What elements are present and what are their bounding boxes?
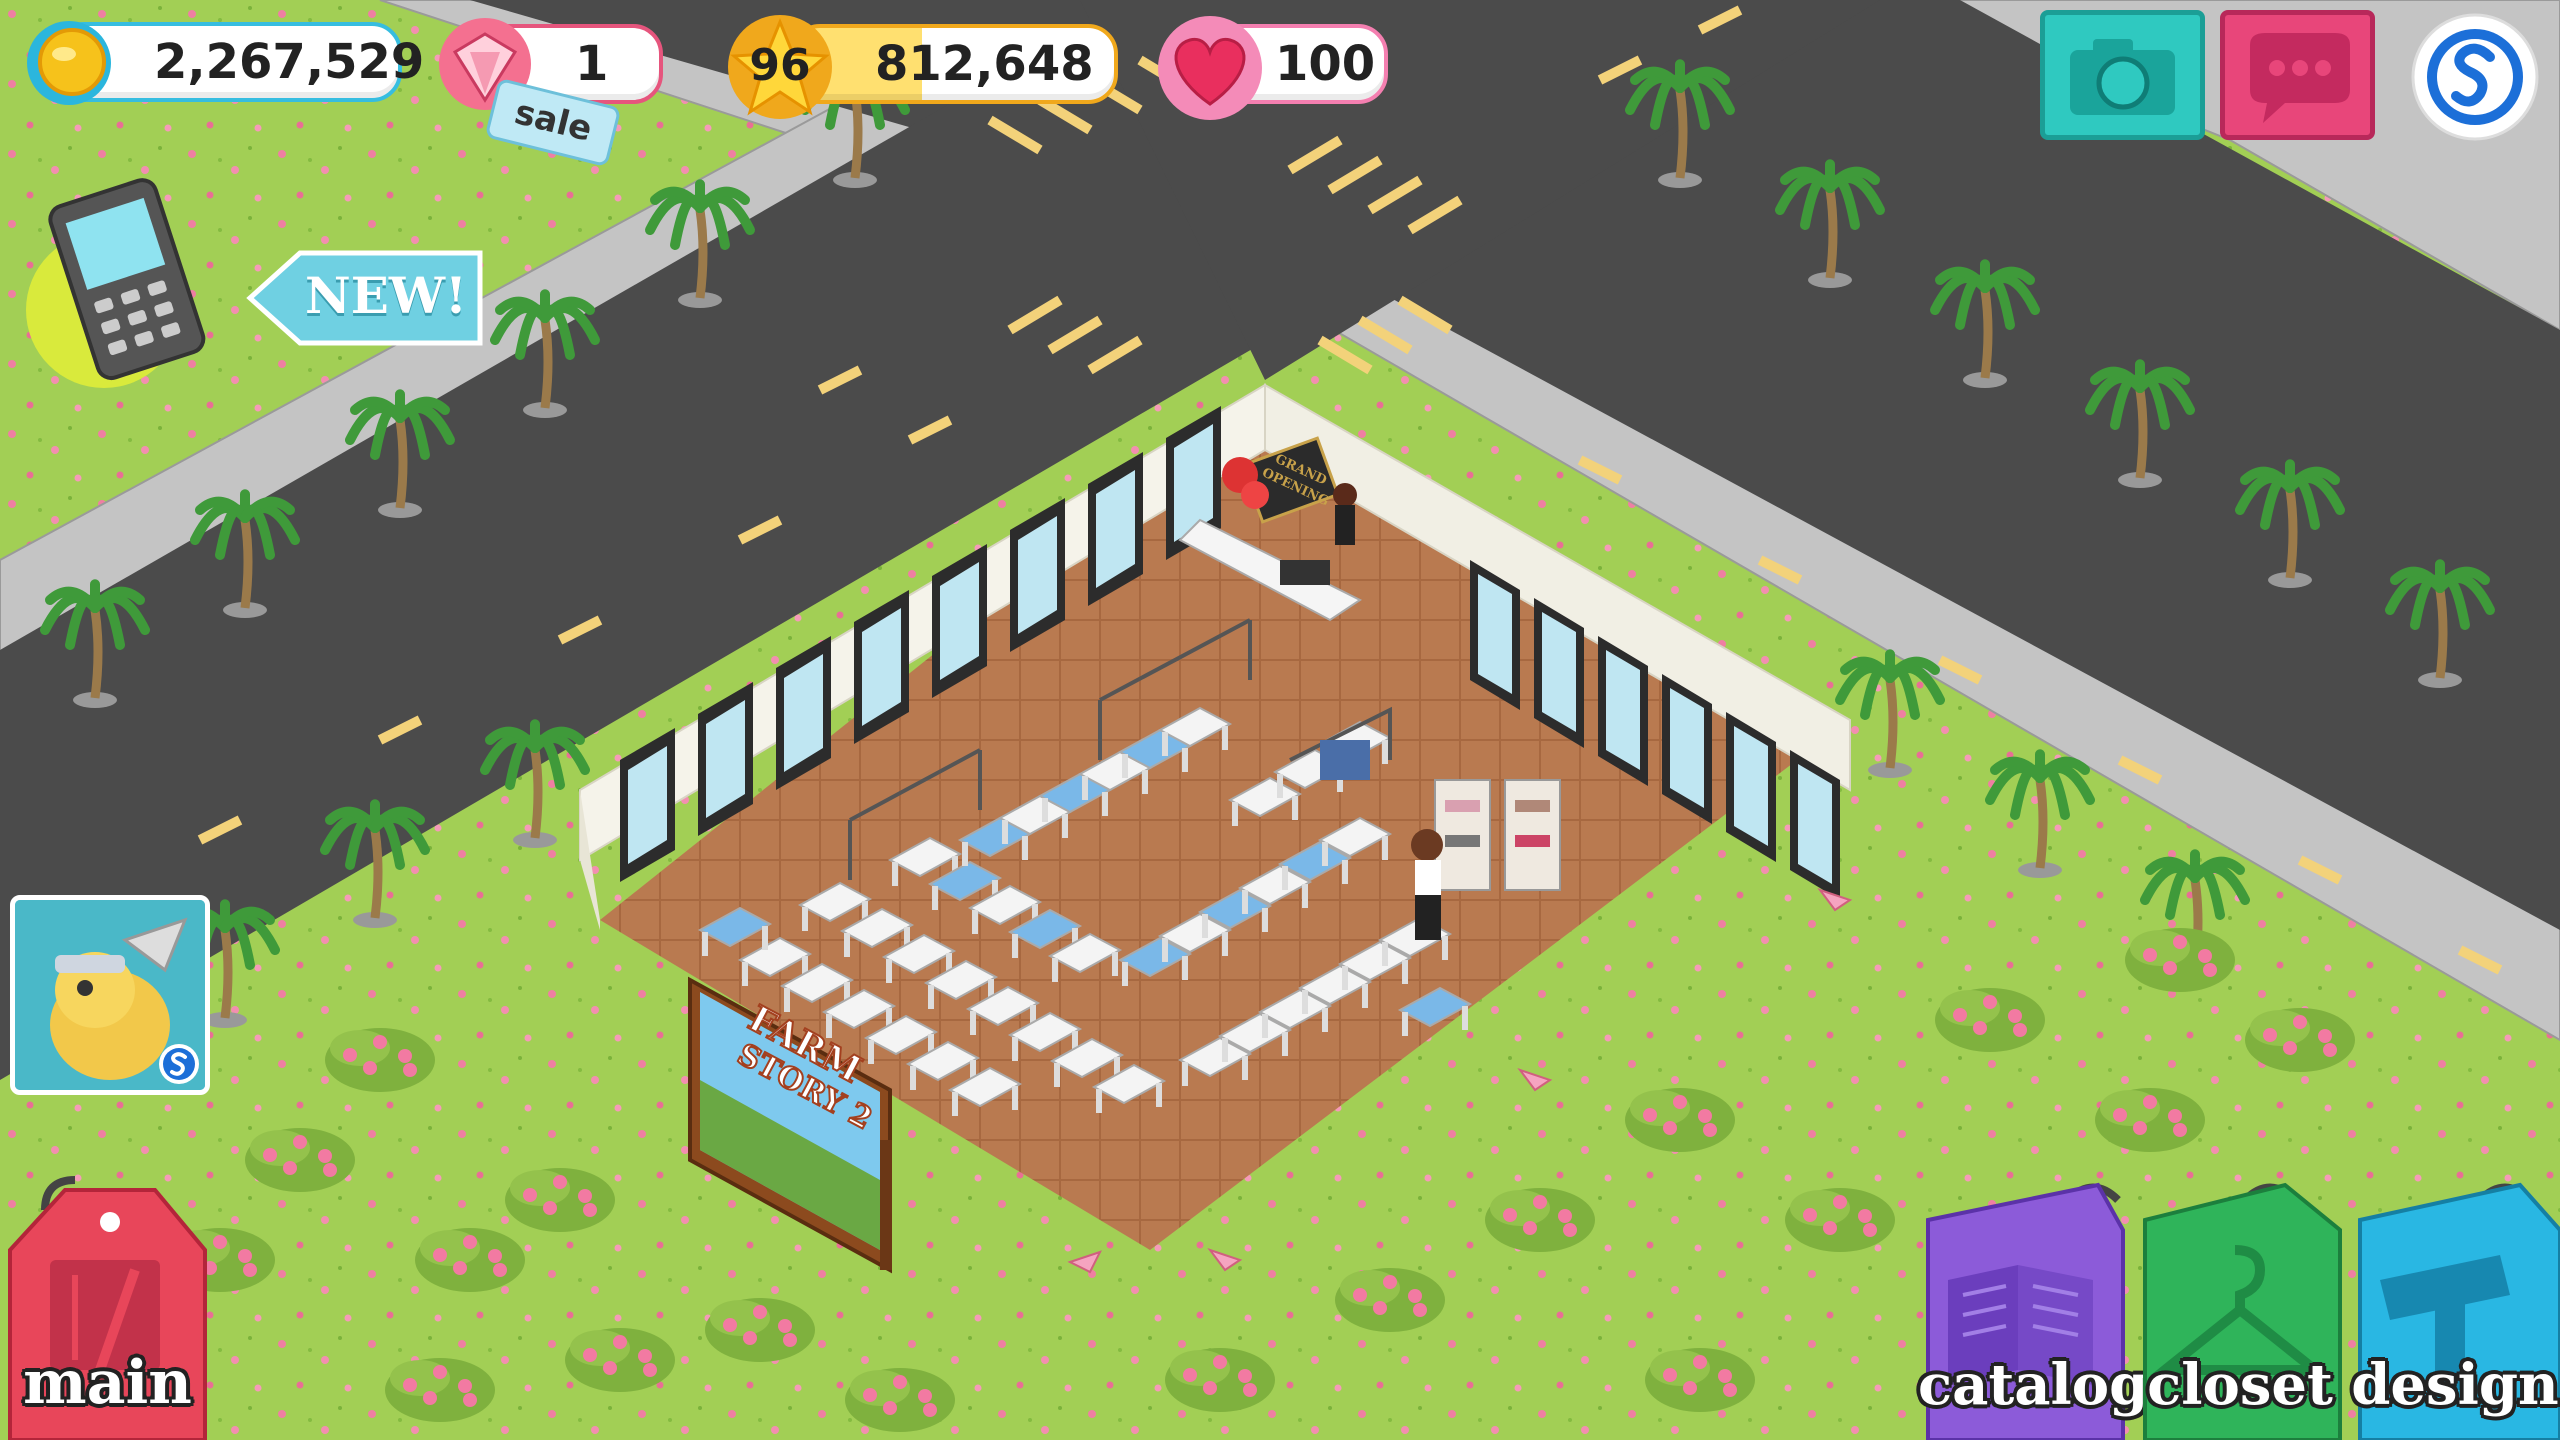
catalog-tab[interactable]: catalog bbox=[1918, 1170, 2149, 1440]
experience-value: 812,648 bbox=[875, 36, 1094, 92]
shopkeeper-avatar[interactable] bbox=[1333, 483, 1357, 545]
flower-bush bbox=[2095, 1088, 2205, 1152]
flower-bush bbox=[325, 1028, 435, 1092]
hearts-counter[interactable]: 100 bbox=[1150, 12, 1390, 122]
camera-icon bbox=[2070, 39, 2175, 115]
flower-bush bbox=[845, 1368, 955, 1432]
closet-label: closet bbox=[2147, 1352, 2333, 1418]
camera-button[interactable] bbox=[2040, 10, 2205, 140]
main-label: main bbox=[23, 1348, 192, 1418]
flower-bush bbox=[1625, 1088, 1735, 1152]
storm8-icon bbox=[2411, 13, 2539, 141]
flower-bush bbox=[565, 1328, 675, 1392]
gems-value: 1 bbox=[575, 36, 609, 92]
main-tab[interactable]: main bbox=[5, 1170, 210, 1440]
flower-bush bbox=[1785, 1188, 1895, 1252]
flower-bush bbox=[505, 1168, 615, 1232]
storm8-button[interactable] bbox=[2410, 12, 2540, 142]
flower-bush bbox=[705, 1298, 815, 1362]
flower-bush bbox=[1485, 1188, 1595, 1252]
flower-bush bbox=[1335, 1268, 1445, 1332]
flower-bush bbox=[2245, 1008, 2355, 1072]
phone-button[interactable] bbox=[14, 170, 214, 390]
design-tab[interactable]: design bbox=[2350, 1170, 2560, 1440]
flower-bush bbox=[2125, 928, 2235, 992]
coins-value: 2,267,529 bbox=[154, 34, 425, 90]
flower-bush bbox=[1165, 1348, 1275, 1412]
level-experience-counter[interactable]: 96 812,648 bbox=[720, 12, 1120, 119]
flower-bush bbox=[385, 1358, 495, 1422]
flower-bush bbox=[245, 1128, 355, 1192]
level-value: 96 bbox=[749, 40, 811, 91]
player-avatar[interactable] bbox=[1411, 829, 1443, 940]
coins-counter[interactable]: 2,267,529 bbox=[14, 18, 424, 105]
neighbor-avatar-button[interactable] bbox=[10, 895, 210, 1095]
coin-icon bbox=[27, 21, 111, 105]
hearts-value: 100 bbox=[1275, 36, 1376, 92]
design-label: design bbox=[2351, 1352, 2559, 1418]
storm8-badge-icon bbox=[159, 1044, 199, 1084]
sale-label: sale bbox=[510, 92, 596, 150]
chat-icon bbox=[2250, 33, 2350, 123]
heart-icon bbox=[1158, 16, 1262, 120]
hanging-dresses[interactable] bbox=[1320, 740, 1370, 780]
new-badge[interactable]: NEW! bbox=[245, 248, 485, 348]
catalog-label: catalog bbox=[1918, 1352, 2149, 1418]
closet-tab[interactable]: closet bbox=[2135, 1170, 2345, 1440]
new-badge-label: NEW! bbox=[305, 266, 467, 325]
chat-button[interactable] bbox=[2220, 10, 2375, 140]
flower-bush bbox=[1645, 1348, 1755, 1412]
phone-icon bbox=[26, 178, 206, 388]
gems-counter[interactable]: 1 sale bbox=[430, 12, 670, 168]
flower-bush bbox=[1935, 988, 2045, 1052]
flower-bush bbox=[415, 1228, 525, 1292]
